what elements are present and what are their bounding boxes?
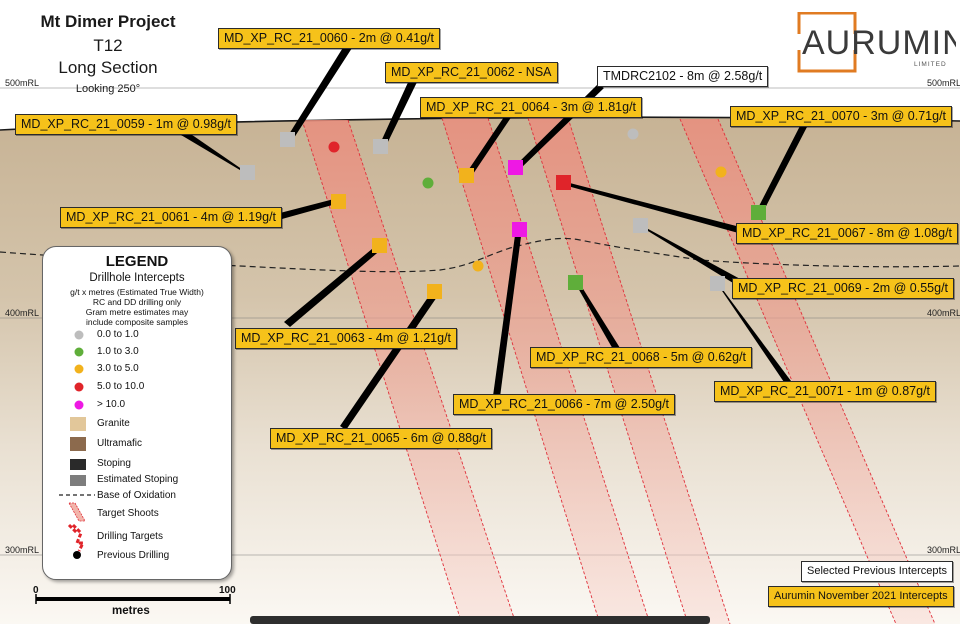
previous-drilling-icon bbox=[73, 551, 81, 559]
intercept-label-0062: MD_XP_RC_21_0062 - NSA bbox=[385, 62, 558, 83]
prev-drill-green bbox=[422, 177, 434, 189]
legend-grade-0-1: 0.0 to 1.0 bbox=[97, 329, 139, 340]
rl-400-right: 400mRL bbox=[927, 308, 960, 318]
intercept-label-0067: MD_XP_RC_21_0067 - 8m @ 1.08g/t bbox=[736, 223, 959, 244]
intercept-0069 bbox=[633, 218, 648, 233]
legend-ultramafic: Ultramafic bbox=[97, 438, 143, 449]
grade-0-1-icon bbox=[74, 330, 84, 340]
rl-400-left: 400mRL bbox=[5, 308, 40, 318]
scale-bar bbox=[35, 594, 231, 604]
legend-grade-10-plus: > 10.0 bbox=[97, 399, 126, 410]
section-type: Long Section bbox=[58, 58, 158, 77]
bottom-bar bbox=[250, 616, 710, 624]
intercept-label-0063: MD_XP_RC_21_0063 - 4m @ 1.21g/t bbox=[235, 328, 458, 349]
legend-base-of-oxidation: Base of Oxidation bbox=[97, 490, 176, 501]
prev-drill-grey bbox=[627, 128, 639, 140]
logo-frame-icon: AURUMIN LIMITED bbox=[796, 11, 960, 73]
intercept-label-0065: MD_XP_RC_21_0065 - 6m @ 0.88g/t bbox=[270, 428, 493, 449]
svg-text:LIMITED: LIMITED bbox=[914, 61, 947, 68]
intercept-0063 bbox=[372, 238, 387, 253]
scale-unit: metres bbox=[112, 605, 150, 617]
project-title: Mt Dimer Project bbox=[40, 12, 176, 31]
intercept-label-0066: MD_XP_RC_21_0066 - 7m @ 2.50g/t bbox=[453, 394, 676, 415]
drilling-target-arrow-icon bbox=[67, 523, 86, 552]
intercept-0071 bbox=[710, 276, 725, 291]
intercept-label-0061: MD_XP_RC_21_0061 - 4m @ 1.19g/t bbox=[60, 207, 283, 228]
legend-grade-5-10: 5.0 to 10.0 bbox=[97, 381, 145, 392]
intercept-tmdrc bbox=[508, 160, 523, 175]
intercept-label-0060: MD_XP_RC_21_0060 - 2m @ 0.41g/t bbox=[218, 28, 441, 49]
intercept-0061 bbox=[331, 194, 346, 209]
intercept-0060 bbox=[280, 132, 295, 147]
legend-estimated-stoping: Estimated Stoping bbox=[97, 474, 179, 485]
stoping-swatch-icon bbox=[70, 459, 86, 470]
granite-swatch-icon bbox=[70, 417, 86, 431]
grade-1-3-icon bbox=[74, 347, 84, 357]
prev-drill-orange-2 bbox=[472, 260, 484, 272]
legend-drilling-targets: Drilling Targets bbox=[97, 531, 163, 542]
prospect-name: T12 bbox=[93, 36, 123, 55]
prev-drill-red bbox=[328, 141, 340, 153]
grade-5-10-icon bbox=[74, 382, 84, 392]
intercept-0062 bbox=[373, 139, 388, 154]
estimated-stoping-swatch-icon bbox=[70, 475, 86, 486]
rl-300-left: 300mRL bbox=[5, 545, 40, 555]
rl-500-right: 500mRL bbox=[927, 78, 960, 88]
scale-end: 100 bbox=[219, 585, 236, 596]
scale-start: 0 bbox=[33, 585, 39, 596]
legend-granite: Granite bbox=[97, 418, 130, 429]
legend-stoping: Stoping bbox=[97, 458, 131, 469]
intercept-0064 bbox=[459, 168, 474, 183]
intercept-0066 bbox=[512, 222, 527, 237]
svg-text:AURUMIN: AURUMIN bbox=[802, 24, 956, 62]
legend-symbols bbox=[59, 330, 95, 559]
legend-panel: LEGEND Drillhole Intercepts g/t x metres… bbox=[42, 246, 232, 580]
rl-300-right: 300mRL bbox=[927, 545, 960, 555]
ultramafic-swatch-icon bbox=[70, 437, 86, 451]
key-aurumin-intercepts: Aurumin November 2021 Intercepts bbox=[768, 586, 954, 607]
intercept-label-0068: MD_XP_RC_21_0068 - 5m @ 0.62g/t bbox=[530, 347, 753, 368]
legend-target-shoots: Target Shoots bbox=[97, 508, 159, 519]
intercept-label-0069: MD_XP_RC_21_0069 - 2m @ 0.55g/t bbox=[732, 278, 955, 299]
intercept-label-0071: MD_XP_RC_21_0071 - 1m @ 0.87g/t bbox=[714, 381, 937, 402]
intercept-0068 bbox=[568, 275, 583, 290]
target-shoot-icon bbox=[68, 502, 86, 522]
intercept-0067 bbox=[556, 175, 571, 190]
intercept-label-0070: MD_XP_RC_21_0070 - 3m @ 0.71g/t bbox=[730, 106, 953, 127]
intercept-0070 bbox=[751, 205, 766, 220]
legend-grade-3-5: 3.0 to 5.0 bbox=[97, 363, 139, 374]
aurumin-logo: AURUMIN LIMITED bbox=[796, 11, 960, 74]
intercept-label-0059: MD_XP_RC_21_0059 - 1m @ 0.98g/t bbox=[15, 114, 238, 135]
legend-grade-1-3: 1.0 to 3.0 bbox=[97, 346, 139, 357]
intercept-label-tmdrc2102: TMDRC2102 - 8m @ 2.58g/t bbox=[597, 66, 769, 87]
rl-500-left: 500mRL bbox=[5, 78, 40, 88]
legend-previous-drilling: Previous Drilling bbox=[97, 550, 170, 561]
intercept-0059 bbox=[240, 165, 255, 180]
intercept-label-0064: MD_XP_RC_21_0064 - 3m @ 1.81g/t bbox=[420, 97, 643, 118]
key-selected-previous-intercepts: Selected Previous Intercepts bbox=[801, 561, 954, 582]
prev-drill-orange-1 bbox=[715, 166, 727, 178]
grade-3-5-icon bbox=[74, 364, 84, 374]
intercept-0065 bbox=[427, 284, 442, 299]
grade-10-plus-icon bbox=[74, 400, 84, 410]
looking-direction: Looking 250° bbox=[75, 83, 141, 95]
